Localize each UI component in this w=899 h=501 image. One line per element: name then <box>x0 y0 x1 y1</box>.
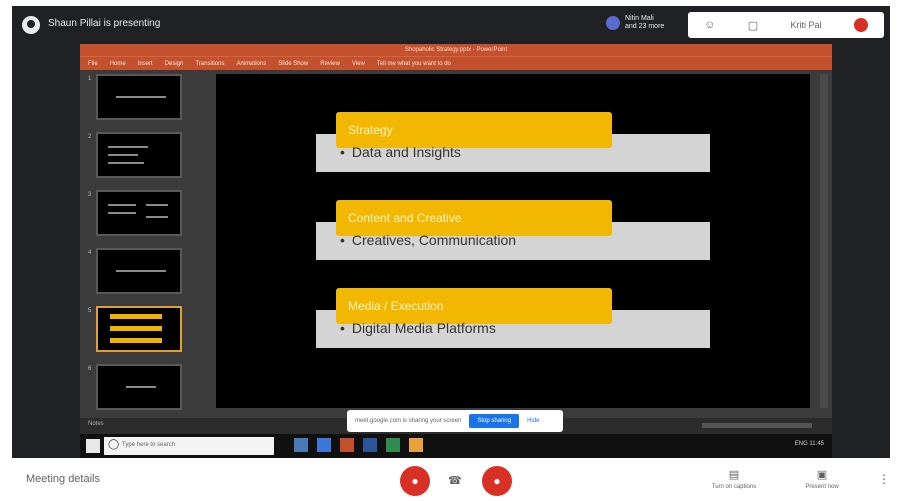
windows-start-icon[interactable] <box>86 439 100 453</box>
taskbar-search[interactable]: ◯ Type here to search <box>104 437 274 455</box>
ribbon-tab-slideshow[interactable]: Slide Show <box>278 61 308 67</box>
taskbar-apps <box>294 438 423 452</box>
ppt-doc-title: Shopaholic Strategy.pptx - PowerPoint <box>404 47 508 53</box>
slide-thumbnail[interactable]: 6 <box>88 364 182 410</box>
windows-taskbar: ◯ Type here to search ENG 11:45 <box>80 434 832 458</box>
zoom-slider[interactable] <box>702 423 812 428</box>
taskbar-app-icon[interactable] <box>294 438 308 452</box>
slide-thumbnail[interactable]: 1 <box>88 74 182 120</box>
powerpoint-window: Shopaholic Strategy.pptx - PowerPoint Fi… <box>80 44 832 434</box>
ribbon-tell-me[interactable]: Tell me what you want to do <box>377 61 451 67</box>
ppt-body: 1 2 3 4 5 6 Strategy • Data and Insights… <box>80 70 832 418</box>
more-options-icon[interactable]: ⋮ <box>878 472 890 486</box>
slide-thumbnail[interactable]: 4 <box>88 248 182 294</box>
presenting-text: Shaun Pillai is presenting <box>48 18 161 29</box>
people-icon[interactable]: ☺ <box>704 19 715 31</box>
powerpoint-app-icon[interactable] <box>340 438 354 452</box>
slide-thumbnails: 1 2 3 4 5 6 <box>86 74 194 414</box>
row-bullet: Digital Media Platforms <box>340 320 496 336</box>
taskbar-app-icon[interactable] <box>386 438 400 452</box>
mic-off-button[interactable]: ● <box>400 466 430 496</box>
ribbon-tab-design[interactable]: Design <box>165 61 184 67</box>
ribbon-tab-file[interactable]: File <box>88 61 98 67</box>
taskbar-app-icon[interactable] <box>317 438 331 452</box>
slide-thumbnail[interactable]: 3 <box>88 190 182 236</box>
search-icon: ◯ <box>108 439 120 450</box>
vertical-scrollbar[interactable] <box>820 74 828 408</box>
hide-banner-button[interactable]: Hide <box>527 418 539 424</box>
self-name: Nitin Mali <box>625 15 654 22</box>
search-placeholder: Type here to search <box>122 442 176 448</box>
ppt-ribbon-tabs: File Home Insert Design Transitions Anim… <box>80 56 832 70</box>
row-bullet: Data and Insights <box>340 144 461 160</box>
captions-button[interactable]: ▤ Turn on captions <box>704 468 764 490</box>
taskbar-app-icon[interactable] <box>409 438 423 452</box>
participant-count: and 23 more <box>625 23 665 30</box>
ribbon-tab-home[interactable]: Home <box>110 61 126 67</box>
stop-sharing-button[interactable]: Stop sharing <box>469 414 520 428</box>
slide-row-content: Content and Creative Creatives, Communic… <box>316 200 710 260</box>
slide-thumbnail-active[interactable]: 5 <box>88 306 182 352</box>
taskbar-app-icon[interactable] <box>363 438 377 452</box>
row-heading: Content and Creative <box>348 211 462 225</box>
present-icon: ▣ <box>816 469 828 481</box>
ribbon-tab-animations[interactable]: Animations <box>237 61 267 67</box>
ribbon-tab-insert[interactable]: Insert <box>138 61 153 67</box>
slide-canvas[interactable]: Strategy Data and Insights Content and C… <box>216 74 810 408</box>
meeting-details-button[interactable]: Meeting details <box>26 473 100 485</box>
system-tray[interactable]: ENG 11:45 <box>795 441 824 447</box>
slide-row-strategy: Strategy Data and Insights <box>316 112 710 172</box>
self-avatar <box>606 16 620 30</box>
slide-row-media: Media / Execution Digital Media Platform… <box>316 288 710 348</box>
present-now-button[interactable]: ▣ Present now <box>792 468 852 490</box>
meet-top-bar: Shaun Pillai is presenting Nitin Mali an… <box>12 6 890 44</box>
row-heading: Strategy <box>348 123 393 137</box>
top-right-panel: ☺ ▢ Kriti Pal <box>688 12 884 38</box>
account-avatar[interactable] <box>853 18 868 32</box>
slide-thumbnail[interactable]: 2 <box>88 132 182 178</box>
camera-off-button[interactable]: ● <box>482 466 512 496</box>
sharing-text: meet.google.com is sharing your screen <box>355 418 462 424</box>
ribbon-tab-review[interactable]: Review <box>320 61 340 67</box>
account-name: Kriti Pal <box>790 20 822 30</box>
notes-button[interactable]: Notes <box>88 421 104 427</box>
ppt-titlebar: Shopaholic Strategy.pptx - PowerPoint <box>80 44 832 56</box>
self-view-tag[interactable]: Nitin Mali and 23 more <box>606 15 664 31</box>
captions-icon: ▤ <box>728 469 740 481</box>
end-call-icon[interactable]: ☎ <box>448 474 462 487</box>
chat-icon[interactable]: ▢ <box>748 19 758 32</box>
sharing-banner: meet.google.com is sharing your screen S… <box>347 410 563 432</box>
ribbon-tab-transitions[interactable]: Transitions <box>195 61 224 67</box>
presenter-avatar-icon <box>22 16 40 34</box>
row-bullet: Creatives, Communication <box>340 232 516 248</box>
meet-bottom-bar: Meeting details ● ☎ ● ▤ Turn on captions… <box>0 458 899 501</box>
meet-stage: Shaun Pillai is presenting Nitin Mali an… <box>12 6 890 458</box>
ribbon-tab-view[interactable]: View <box>352 61 365 67</box>
row-heading: Media / Execution <box>348 299 444 313</box>
